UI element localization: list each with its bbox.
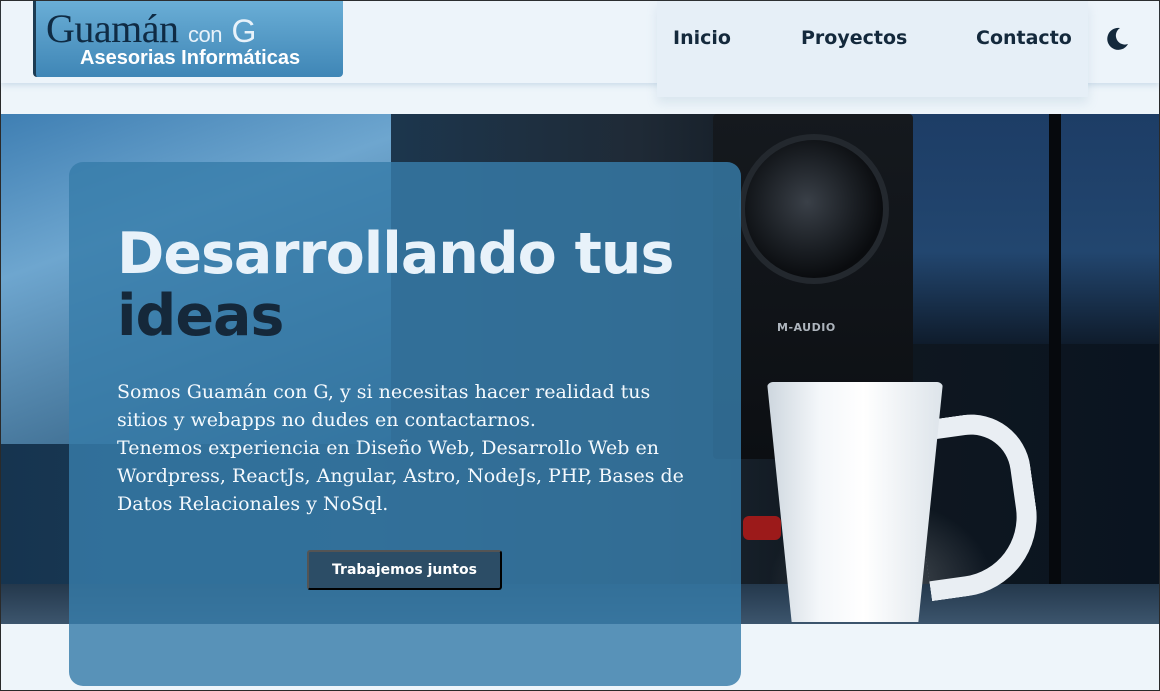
- main-nav: Inicio Proyectos Contacto: [657, 1, 1088, 97]
- hero-title-line1: Desarrollando tus: [117, 221, 674, 287]
- hero-paragraph-1: Somos Guamán con G, y si necesitas hacer…: [117, 381, 651, 431]
- hero-stand: [1049, 114, 1061, 614]
- cta-button[interactable]: Trabajemos juntos: [307, 550, 502, 590]
- hero-speaker-cone: [739, 134, 889, 284]
- logo-g: G: [231, 13, 257, 49]
- nav-item-contacto[interactable]: Contacto: [976, 27, 1072, 49]
- logo-wordmark: Guamán con G: [46, 5, 256, 52]
- logo-con: con: [188, 22, 222, 47]
- hero-card: Desarrollando tus ideas Somos Guamán con…: [69, 162, 741, 686]
- hero-title-line2: ideas: [117, 283, 284, 349]
- nav-item-inicio[interactable]: Inicio: [673, 27, 731, 49]
- logo[interactable]: Guamán con G Asesorias Informáticas: [33, 1, 343, 77]
- moon-icon: [1107, 27, 1128, 50]
- speaker-brand-label: M-AUDIO: [777, 321, 836, 334]
- nav-item-proyectos[interactable]: Proyectos: [801, 27, 907, 49]
- logo-subtitle: Asesorias Informáticas: [80, 47, 301, 69]
- hero-paragraph-2: Tenemos experiencia en Diseño Web, Desar…: [117, 437, 684, 515]
- hero-description: Somos Guamán con G, y si necesitas hacer…: [117, 378, 707, 518]
- hero-cable: [743, 516, 781, 540]
- logo-name: Guamán: [46, 6, 179, 51]
- site-header: Guamán con G Asesorias Informáticas Inic…: [1, 1, 1159, 97]
- theme-toggle-button[interactable]: [1103, 25, 1131, 53]
- hero-background-wall: [906, 114, 1159, 344]
- hero-mug: [767, 382, 943, 622]
